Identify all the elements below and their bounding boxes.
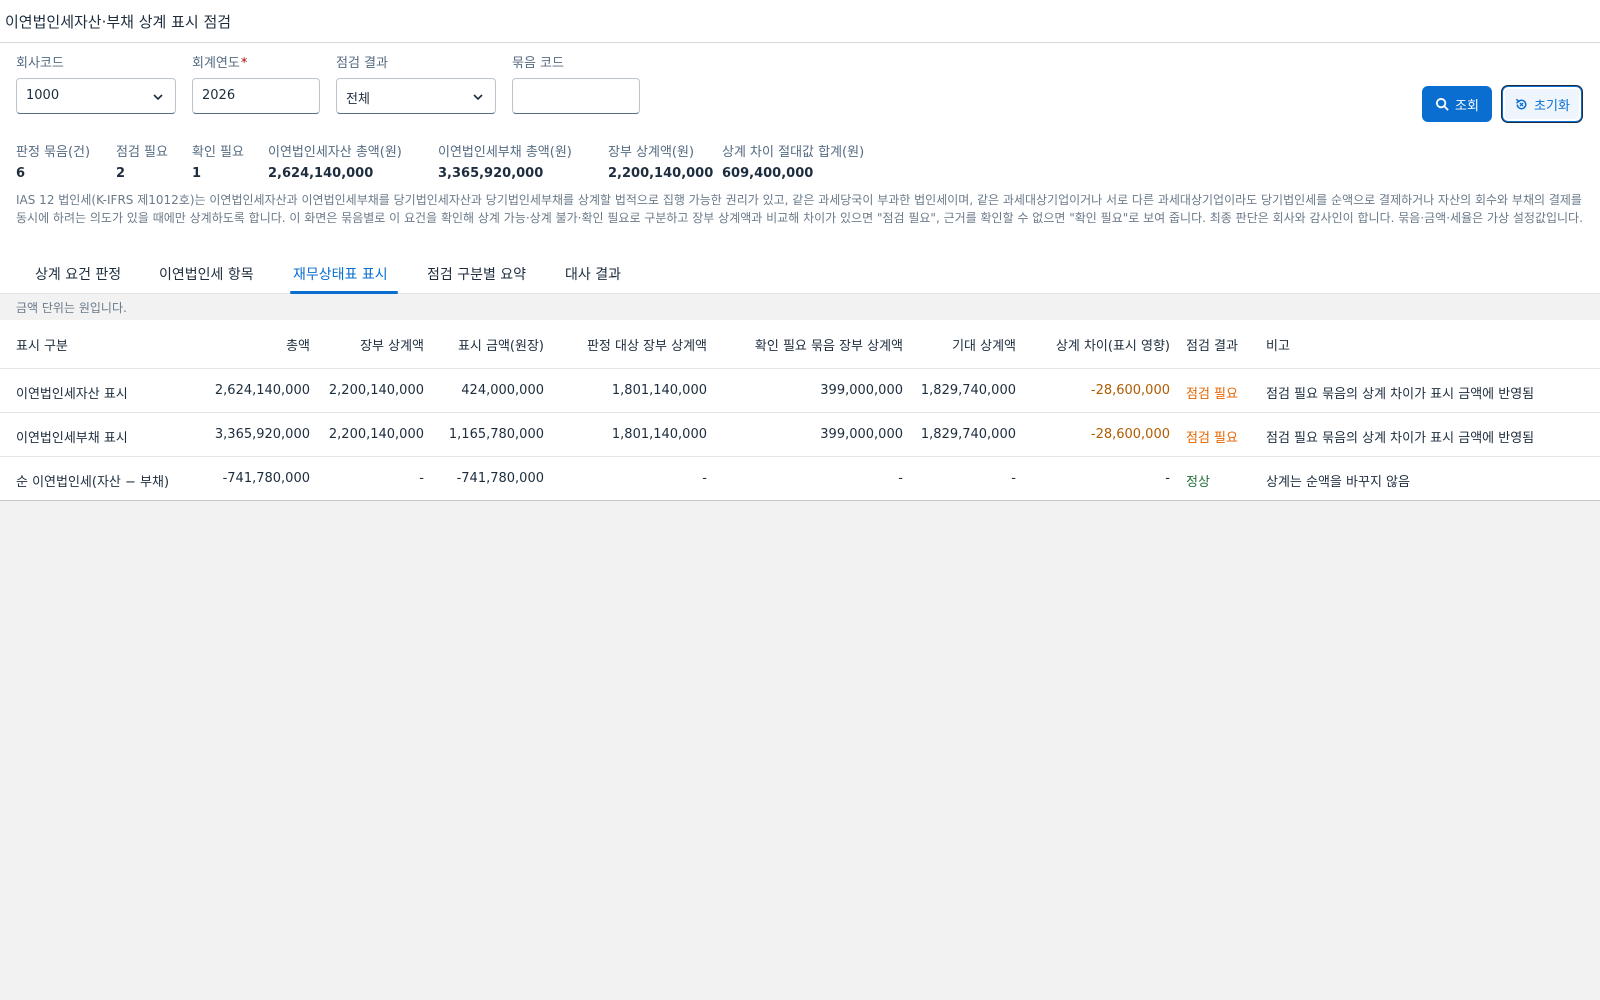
column-header[interactable]: 장부 상계액 [360,335,424,354]
group-code-label: 묶음 코드 [512,56,564,71]
offset-diff-value: - [1165,471,1170,486]
column-header[interactable]: 총액 [286,335,310,354]
status-badge: 점검 필요 [1186,431,1238,446]
company-code-value: 1000 [26,88,60,103]
tab-offset-criteria[interactable]: 상계 요건 판정 [35,264,121,284]
reset-button-label: 초기화 [1534,98,1570,114]
status-badge: 점검 필요 [1186,387,1238,402]
search-button[interactable]: 조회 [1422,86,1492,122]
page-title: 이연법인세자산·부채 상계 표시 점검 [5,13,232,31]
tab-reconciliation-result[interactable]: 대사 결과 [565,264,621,284]
column-header[interactable]: 확인 필요 묶음 장부 상계액 [755,335,903,354]
table-cell: - [1011,471,1016,486]
company-code-label: 회사코드 [16,56,64,71]
remark-text: 상계는 순액을 바꾸지 않음 [1266,475,1410,490]
column-header[interactable]: 비고 [1266,335,1290,354]
remark-text: 점검 필요 묶음의 상계 차이가 표시 금액에 반영됨 [1266,387,1535,402]
table-cell: 이연법인세부채 표시 [16,431,128,446]
table-cell: - [702,471,707,486]
unit-note: 금액 단위는 원입니다. [16,301,127,315]
table-cell: 1,829,740,000 [920,427,1016,442]
table-cell: - [419,471,424,486]
table-cell: 424,000,000 [461,383,544,398]
column-header[interactable]: 표시 금액(원장) [458,335,544,354]
active-tab-indicator [290,291,398,294]
fiscal-year-label: 회계연도* [192,56,248,71]
search-icon [1435,97,1449,111]
page-header: 이연법인세자산·부채 상계 표시 점검 [0,0,1600,43]
table-cell: 3,365,920,000 [214,427,310,442]
kpi-group-count: 판정 묶음(건) 6 [16,145,91,181]
table-cell: -741,780,000 [222,471,310,486]
column-header[interactable]: 표시 구분 [16,335,68,354]
search-button-label: 조회 [1455,98,1479,114]
kpi-offset-diff-abs: 상계 차이 절대값 합계(원) 609,400,000 [722,145,865,181]
table-cell: 2,624,140,000 [214,383,310,398]
group-code-input[interactable] [512,78,640,114]
kpi-dtl-total: 이연법인세부채 총액(원) 3,365,920,000 [438,145,572,181]
table-cell: 1,801,140,000 [611,383,707,398]
kpi-check-needed: 점검 필요 2 [116,145,168,181]
table-cell: 399,000,000 [820,383,903,398]
kpi-confirm-needed: 확인 필요 1 [192,145,244,181]
table-cell: - [898,471,903,486]
table-cell: 1,829,740,000 [920,383,1016,398]
table-cell: 순 이연법인세(자산 − 부채) [16,475,170,490]
offset-diff-value: -28,600,000 [1090,427,1170,442]
table-header: 표시 구분 총액 장부 상계액 표시 금액(원장) 판정 대상 장부 상계액 확… [0,320,1600,369]
table-cell: -741,780,000 [456,471,544,486]
check-result-label: 점검 결과 [336,56,388,71]
check-result-value: 전체 [346,92,370,107]
chevron-down-icon [153,94,163,101]
tab-bar: 상계 요건 판정 이연법인세 항목 재무상태표 표시 점검 구분별 요약 대사 … [0,249,1600,294]
table-cell: 2,200,140,000 [328,427,424,442]
filter-panel: 회사코드 1000 회계연도* 2026 점검 결과 전체 묶음 코드 조회 초… [0,43,1600,249]
column-header[interactable]: 판정 대상 장부 상계액 [587,335,707,354]
column-header[interactable]: 상계 차이(표시 영향) [1056,335,1170,354]
table-row[interactable]: 순 이연법인세(자산 − 부채) -741,780,000 - -741,780… [0,457,1600,501]
table-cell: 399,000,000 [820,427,903,442]
column-header[interactable]: 기대 상계액 [952,335,1016,354]
chevron-down-icon [473,94,483,101]
remark-text: 점검 필요 묶음의 상계 차이가 표시 금액에 반영됨 [1266,431,1535,446]
required-mark: * [240,56,248,71]
status-badge: 정상 [1186,475,1210,490]
table-row[interactable]: 이연법인세자산 표시 2,624,140,000 2,200,140,000 4… [0,369,1600,413]
tab-balance-sheet-presentation[interactable]: 재무상태표 표시 [293,264,388,284]
kpi-dta-total: 이연법인세자산 총액(원) 2,624,140,000 [268,145,402,181]
description-text: IAS 12 법인세(K-IFRS 제1012호)는 이연법인세자산과 이연법인… [16,193,1583,225]
kpi-book-offset: 장부 상계액(원) 2,200,140,000 [608,145,714,181]
tab-deferred-tax-items[interactable]: 이연법인세 항목 [159,264,254,284]
tab-summary-by-category[interactable]: 점검 구분별 요약 [427,264,526,284]
table-cell: 1,165,780,000 [448,427,544,442]
table-cell: 2,200,140,000 [328,383,424,398]
table-cell: 이연법인세자산 표시 [16,387,128,402]
reset-button[interactable]: 초기화 [1502,86,1582,122]
presentation-table: 표시 구분 총액 장부 상계액 표시 금액(원장) 판정 대상 장부 상계액 확… [0,320,1600,501]
company-code-select[interactable]: 1000 [16,78,176,114]
offset-diff-value: -28,600,000 [1090,383,1170,398]
column-header[interactable]: 점검 결과 [1186,335,1238,354]
fiscal-year-value: 2026 [202,88,236,103]
reset-icon [1515,98,1527,109]
fiscal-year-input[interactable]: 2026 [192,78,320,114]
check-result-select[interactable]: 전체 [336,78,496,114]
table-cell: 1,801,140,000 [611,427,707,442]
table-row[interactable]: 이연법인세부채 표시 3,365,920,000 2,200,140,000 1… [0,413,1600,457]
